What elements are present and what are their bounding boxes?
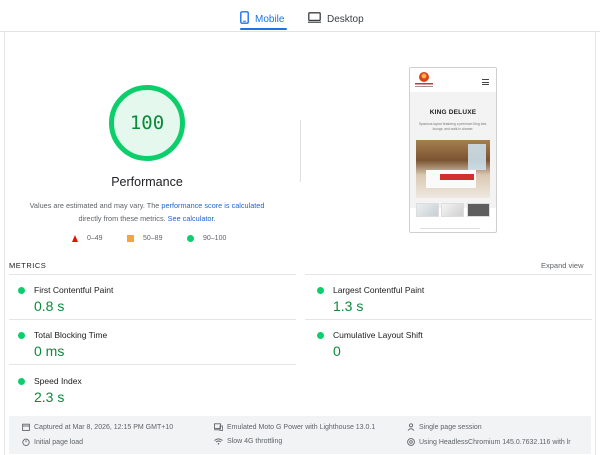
desc-middle: directly from these metrics. — [78, 214, 168, 223]
captured-at: Captured at Mar 8, 2026, 12:15 PM GMT+10 — [22, 423, 173, 431]
tab-desktop[interactable]: Desktop — [308, 7, 364, 31]
metrics-divider — [305, 319, 592, 320]
average-square-icon — [127, 235, 134, 242]
preview-room-text: Spacious layout featuring a premium King… — [418, 122, 488, 131]
report-frame-right — [595, 31, 596, 455]
metric-value: 1.3 s — [333, 298, 364, 314]
metric-value: 2.3 s — [34, 389, 65, 405]
performance-score-link[interactable]: performance score is calculated — [161, 201, 264, 210]
network-throttling: Slow 4G throttling — [214, 438, 282, 445]
calendar-icon — [22, 423, 30, 431]
chrome-icon — [407, 438, 415, 446]
metrics-divider — [9, 319, 296, 320]
desktop-monitor-icon — [308, 12, 321, 26]
performance-score: 100 — [129, 112, 165, 134]
section-divider — [300, 120, 301, 182]
metric-value: 0 — [333, 343, 341, 359]
page-load-text: Initial page load — [34, 438, 84, 446]
preview-room-section: KING DELUXE Spacious layout featuring a … — [410, 92, 496, 217]
pass-circle-icon — [18, 378, 25, 385]
tab-desktop-label: Desktop — [327, 13, 364, 25]
preview-footer-line — [420, 228, 480, 229]
performance-description: Values are estimated and may vary. The p… — [22, 199, 272, 225]
room-photo — [416, 140, 490, 198]
captured-at-text: Captured at Mar 8, 2026, 12:15 PM GMT+10 — [34, 423, 174, 431]
session-type: Single page session — [407, 423, 482, 431]
tab-mobile-label: Mobile — [255, 13, 285, 25]
throttling-text: Slow 4G throttling — [227, 438, 283, 445]
metric-value: 0.8 s — [34, 298, 65, 314]
metric-name: Total Blocking Time — [34, 330, 108, 340]
emulated-device: Emulated Moto G Power with Lighthouse 13… — [214, 423, 375, 431]
preview-room-title: KING DELUXE — [429, 109, 477, 116]
browser-text: Using HeadlessChromium 145.0.7632.116 wi… — [419, 438, 571, 446]
legend-average-label: 50–89 — [143, 235, 163, 242]
tabs-divider — [0, 31, 600, 32]
wifi-icon — [214, 438, 223, 445]
room-window — [468, 144, 486, 170]
desc-prefix: Values are estimated and may vary. The — [29, 201, 162, 210]
devices-icon — [214, 423, 223, 431]
pass-circle-icon — [18, 332, 25, 339]
metric-cumulative-layout-shift: Cumulative Layout Shift 0 — [317, 329, 577, 369]
browser-version: Using HeadlessChromium 145.0.7632.116 wi… — [407, 438, 571, 446]
expand-view-toggle[interactable]: Expand view — [541, 261, 584, 270]
person-icon — [407, 423, 415, 431]
performance-title: Performance — [111, 175, 183, 189]
metrics-divider — [305, 274, 592, 275]
room-bed-throw — [440, 174, 474, 180]
metric-name: Speed Index — [34, 376, 82, 386]
fail-triangle-icon — [72, 235, 78, 242]
pass-circle-icon — [187, 235, 194, 242]
timer-icon — [22, 438, 30, 446]
pass-circle-icon — [18, 287, 25, 294]
legend-fail: 0–49 — [72, 235, 103, 242]
metrics-heading: METRICS — [9, 261, 47, 270]
metric-speed-index: Speed Index 2.3 s — [18, 375, 278, 415]
metric-name: First Contentful Paint — [34, 285, 114, 295]
emulated-device-text: Emulated Moto G Power with Lighthouse 13… — [227, 423, 376, 431]
metrics-divider — [9, 274, 296, 275]
pass-circle-icon — [317, 332, 324, 339]
mobile-phone-icon — [240, 11, 249, 27]
metrics-divider — [9, 364, 296, 365]
room-thumbnail — [441, 203, 464, 217]
session-text: Single page session — [419, 423, 482, 431]
legend-fail-label: 0–49 — [87, 235, 103, 242]
pass-circle-icon — [317, 287, 324, 294]
metric-total-blocking-time: Total Blocking Time 0 ms — [18, 329, 278, 369]
room-thumbnail — [467, 203, 490, 217]
room-thumbnail — [416, 203, 439, 217]
preview-site-header — [410, 68, 496, 92]
final-screenshot-preview[interactable]: KING DELUXE Spacious layout featuring a … — [409, 67, 497, 233]
runtime-settings: Captured at Mar 8, 2026, 12:15 PM GMT+10… — [9, 416, 591, 454]
active-tab-indicator — [240, 28, 287, 30]
device-tabs: Mobile Desktop — [0, 0, 600, 31]
metric-first-contentful-paint: First Contentful Paint 0.8 s — [18, 284, 278, 324]
legend-pass-label: 90–100 — [203, 235, 227, 242]
hotel-logo-icon — [419, 72, 429, 82]
desc-suffix: . — [213, 214, 216, 223]
metric-largest-contentful-paint: Largest Contentful Paint 1.3 s — [317, 284, 577, 324]
report-frame-left — [4, 31, 5, 455]
legend-average: 50–89 — [127, 235, 162, 242]
metric-name: Largest Contentful Paint — [333, 285, 425, 295]
metric-value: 0 ms — [34, 343, 65, 359]
hamburger-menu-icon — [482, 79, 489, 85]
room-thumbnails — [416, 203, 490, 217]
page-load-type: Initial page load — [22, 438, 83, 446]
metric-name: Cumulative Layout Shift — [333, 330, 423, 340]
legend-pass: 90–100 — [187, 235, 226, 242]
see-calculator-link[interactable]: See calculator — [168, 214, 214, 223]
hotel-logo-wordmark — [415, 83, 433, 88]
